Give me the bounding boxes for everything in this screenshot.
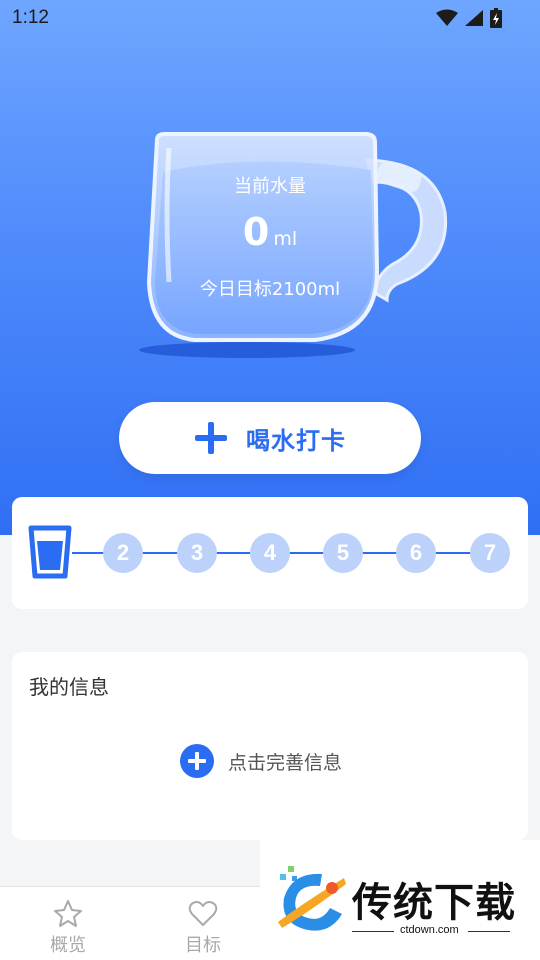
watermark-logo-icon bbox=[278, 866, 346, 931]
status-bar: 1:12 bbox=[0, 0, 540, 36]
progress-step-5[interactable]: 5 bbox=[323, 533, 363, 573]
nav-item-overview[interactable]: 概览 bbox=[28, 899, 108, 957]
progress-step-2[interactable]: 2 bbox=[103, 533, 143, 573]
progress-step-7[interactable]: 7 bbox=[470, 533, 510, 573]
status-icons bbox=[436, 8, 502, 28]
my-info-title: 我的信息 bbox=[29, 675, 109, 699]
watermark-divider-left bbox=[352, 931, 394, 932]
current-water-value: 0 bbox=[242, 210, 270, 254]
add-circle-icon bbox=[180, 744, 214, 778]
watermark-divider-right bbox=[468, 931, 510, 932]
current-water-label: 当前水量 bbox=[234, 176, 306, 197]
nav-item-goal[interactable]: 目标 bbox=[163, 899, 243, 957]
watermark-url: ctdown.com bbox=[400, 924, 459, 936]
progress-step-6[interactable]: 6 bbox=[396, 533, 436, 573]
drink-checkin-label: 喝水打卡 bbox=[246, 426, 346, 455]
battery-icon bbox=[490, 8, 502, 28]
plus-icon bbox=[195, 422, 227, 454]
drink-checkin-button[interactable]: 喝水打卡 bbox=[119, 402, 421, 474]
progress-step-4[interactable]: 4 bbox=[250, 533, 290, 573]
daily-goal-text: 今日目标2100ml bbox=[199, 279, 341, 300]
star-icon bbox=[54, 900, 82, 927]
heart-icon bbox=[188, 901, 218, 926]
wifi-icon bbox=[436, 9, 458, 26]
current-water-amount: 0 ml bbox=[150, 210, 390, 254]
nav-label-goal: 目标 bbox=[185, 935, 221, 956]
complete-info-label: 点击完善信息 bbox=[228, 751, 343, 774]
progress-card: 2 3 4 5 6 7 bbox=[12, 497, 528, 609]
nav-label-overview: 概览 bbox=[50, 935, 86, 956]
my-info-card: 我的信息 点击完善信息 bbox=[12, 652, 528, 840]
watermark-overlay: 传统下载 ctdown.com bbox=[260, 840, 540, 960]
cellular-signal-icon bbox=[465, 10, 483, 26]
watermark-title: 传统下载 bbox=[352, 880, 516, 926]
complete-info-button[interactable]: 点击完善信息 bbox=[180, 744, 342, 778]
status-time: 1:12 bbox=[12, 7, 49, 28]
progress-step-3[interactable]: 3 bbox=[177, 533, 217, 573]
water-glass-icon[interactable] bbox=[28, 525, 72, 579]
current-water-unit: ml bbox=[273, 228, 298, 250]
